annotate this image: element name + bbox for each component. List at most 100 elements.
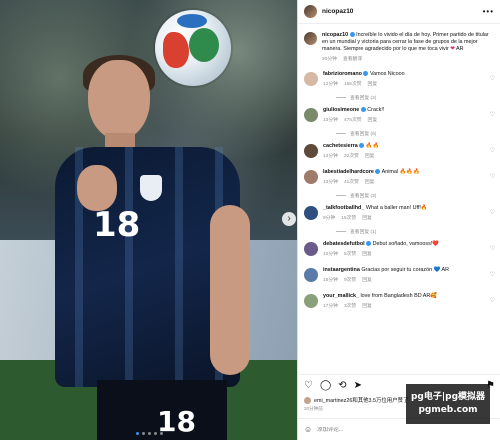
comment-block: cachetesierra 🔥🔥 13分钟 32次赞 回复 ♡: [298, 139, 500, 165]
comment-icon[interactable]: ◯: [320, 380, 331, 391]
caption-author[interactable]: nicopaz10: [322, 32, 348, 38]
comment-text: Vamos Nicooo: [369, 71, 405, 77]
comment-author[interactable]: fabrizioromano: [323, 71, 362, 77]
comment-time: 9分钟: [323, 216, 336, 221]
post-side-panel: nicopaz10 ••• nicopaz10 Increíble lo viv…: [297, 0, 500, 440]
emoji-icon[interactable]: ☺: [304, 425, 312, 434]
view-replies-link[interactable]: 查看回复 (6): [336, 130, 500, 137]
verified-icon: [359, 143, 365, 149]
comment-time: 12分钟: [323, 82, 338, 87]
post-author[interactable]: nicopaz10: [322, 8, 353, 15]
reply-link[interactable]: 回复: [362, 251, 372, 258]
avatar[interactable]: [304, 32, 317, 45]
watermark: pg电子|pg模拟器 pgmeb.com: [406, 384, 490, 424]
avatar[interactable]: [304, 268, 318, 282]
heart-icon[interactable]: ♡: [490, 245, 495, 252]
verified-icon: [375, 169, 381, 175]
reply-link[interactable]: 回复: [368, 81, 378, 88]
comment-likes[interactable]: 155次赞: [344, 81, 362, 88]
comment-author[interactable]: _talkfootballhd_: [323, 205, 364, 211]
heart-icon[interactable]: ♡: [490, 147, 495, 154]
comment-text: Animal 🔥🔥🔥: [381, 169, 420, 175]
more-options-icon[interactable]: •••: [483, 7, 494, 16]
avatar[interactable]: [304, 294, 318, 308]
avatar[interactable]: [304, 144, 318, 158]
comment-block: giuliosimeone Crack!! 13分钟 475次赞 回复 ♡ 查看…: [298, 103, 500, 137]
jersey-number: 18: [93, 205, 141, 245]
comment-text: What a baller man! Uff!🔥: [365, 205, 428, 211]
comment-author[interactable]: cachetesierra: [323, 143, 358, 149]
comment-author[interactable]: giuliosimeone: [323, 107, 359, 113]
comment-text: 🔥🔥: [365, 143, 380, 149]
heart-icon[interactable]: ♡: [490, 111, 495, 118]
comment-time: 15分钟: [323, 278, 338, 283]
reply-link[interactable]: 回复: [365, 153, 375, 160]
comment-text: Debut soñado, vamooss!❤️: [372, 241, 439, 247]
caption-tags: AR: [455, 46, 464, 52]
avatar[interactable]: [304, 108, 318, 122]
next-photo-button[interactable]: ›: [282, 212, 296, 226]
send-icon[interactable]: ➤: [354, 380, 362, 391]
player-arm: [210, 205, 250, 375]
comment: your_mallick_ love from Bangladesh BD AR…: [298, 289, 500, 315]
heart-icon[interactable]: ♡: [490, 297, 495, 304]
translate-link[interactable]: 查看翻译: [343, 56, 362, 63]
caption-time: 20分钟: [322, 57, 337, 62]
comment-input[interactable]: [317, 426, 438, 433]
comment: cachetesierra 🔥🔥 13分钟 32次赞 回复 ♡: [298, 139, 500, 165]
reply-link[interactable]: 回复: [365, 179, 375, 186]
comment-author[interactable]: debatesdefutbol: [323, 241, 365, 247]
comment-likes[interactable]: 3次赞: [344, 303, 356, 310]
comment-likes[interactable]: 41次赞: [344, 179, 359, 186]
comment-author[interactable]: labestiadelhardcore: [323, 169, 374, 175]
heart-icon[interactable]: ♡: [304, 380, 313, 391]
player-hand: [77, 165, 117, 211]
avatar[interactable]: [304, 72, 318, 86]
view-replies-link[interactable]: 查看回复 (1): [336, 228, 500, 235]
post-photo: 18 18 ›: [0, 0, 297, 440]
avatar[interactable]: [304, 206, 318, 220]
comment-likes[interactable]: 5次赞: [344, 251, 356, 258]
avatar[interactable]: [304, 242, 318, 256]
carousel-dot: [142, 432, 145, 435]
likes-text: emi_martinez26和其他3.5万位用户赞了: [314, 398, 409, 404]
comment-likes[interactable]: 32次赞: [344, 153, 359, 160]
afa-crest-icon: [140, 175, 162, 201]
comment: labestiadelhardcore Animal 🔥🔥🔥 13分钟 41次赞…: [298, 165, 500, 191]
heart-icon[interactable]: ♡: [490, 209, 495, 216]
comment-author[interactable]: instaargentina: [323, 267, 360, 273]
comment-likes[interactable]: 9次赞: [344, 277, 356, 284]
verified-icon: [366, 241, 372, 247]
watermark-line2: pgmeb.com: [418, 405, 478, 415]
carousel-dot: [154, 432, 157, 435]
comment-text: love from Bangladesh BD AR🥰: [360, 293, 437, 299]
comment: giuliosimeone Crack!! 13分钟 475次赞 回复 ♡: [298, 103, 500, 129]
heart-icon[interactable]: ♡: [490, 75, 495, 82]
comment-block: fabrizioromano Vamos Nicooo 12分钟 155次赞 回…: [298, 67, 500, 101]
view-replies-link[interactable]: 查看回复 (3): [336, 192, 500, 199]
post-header: nicopaz10 •••: [298, 0, 500, 24]
avatar[interactable]: [304, 5, 317, 18]
comment-time: 13分钟: [323, 154, 338, 159]
player-head: [88, 60, 150, 140]
reply-link[interactable]: 回复: [362, 303, 372, 310]
repost-icon[interactable]: ⟲: [338, 380, 346, 391]
reply-link[interactable]: 回复: [368, 117, 378, 124]
reply-link[interactable]: 回复: [362, 277, 372, 284]
comment-likes[interactable]: 15次赞: [341, 215, 356, 222]
heart-emoji-icon: ❤: [450, 46, 455, 52]
comment-list: fabrizioromano Vamos Nicooo 12分钟 155次赞 回…: [298, 67, 500, 315]
comment-likes[interactable]: 475次赞: [344, 117, 362, 124]
heart-icon[interactable]: ♡: [490, 173, 495, 180]
comment-author[interactable]: your_mallick_: [323, 293, 359, 299]
view-replies-link[interactable]: 查看回复 (2): [336, 94, 500, 101]
comment-block: labestiadelhardcore Animal 🔥🔥🔥 13分钟 41次赞…: [298, 165, 500, 199]
comment-block: instaargentina Gracias por seguir tu cor…: [298, 263, 500, 289]
likes-summary[interactable]: emi_martinez26和其他3.5万位用户赞了: [304, 396, 408, 404]
verified-icon: [349, 32, 355, 38]
carousel-dots: [136, 432, 163, 435]
avatar[interactable]: [304, 170, 318, 184]
comments-scroll[interactable]: nicopaz10 Increíble lo vivido el día de …: [298, 24, 500, 374]
heart-icon[interactable]: ♡: [490, 271, 495, 278]
reply-link[interactable]: 回复: [362, 215, 372, 222]
